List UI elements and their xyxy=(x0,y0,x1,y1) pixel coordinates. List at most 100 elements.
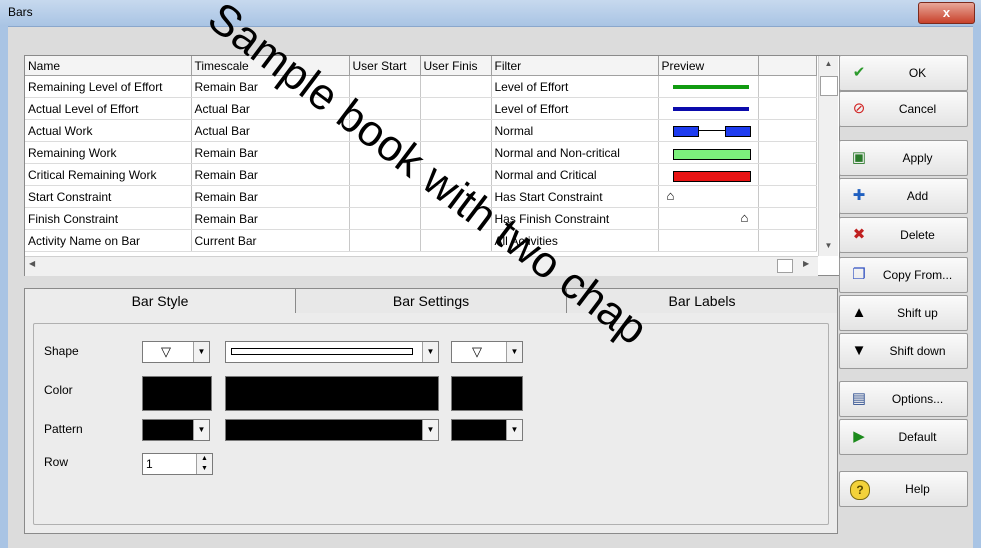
start-color-swatch[interactable] xyxy=(142,376,212,411)
column-header-user-finish[interactable]: User Finis xyxy=(420,56,492,76)
horizontal-scroll-thumb[interactable] xyxy=(777,259,793,273)
cell-timescale[interactable]: Current Bar xyxy=(191,229,350,252)
scroll-up-arrow-icon[interactable]: ▲ xyxy=(819,59,838,68)
start-pattern-select[interactable]: ▼ xyxy=(142,419,210,441)
cell-user-start[interactable] xyxy=(349,229,421,252)
table-row[interactable]: Critical Remaining Work Remain Bar Normal … xyxy=(25,163,817,186)
column-header-name[interactable]: Name xyxy=(25,56,192,76)
cell-preview[interactable] xyxy=(658,141,759,164)
add-button[interactable]: ✚ Add xyxy=(839,178,968,214)
end-pattern-select[interactable]: ▼ xyxy=(451,419,523,441)
column-header-filter[interactable]: Filter xyxy=(491,56,659,76)
cell-timescale[interactable]: Remain Bar xyxy=(191,141,350,164)
cell-name[interactable]: Remaining Level of Effort xyxy=(25,75,192,98)
chevron-down-icon[interactable]: ▼ xyxy=(193,342,209,362)
cancel-button[interactable]: ⊘ Cancel xyxy=(839,91,968,127)
close-button[interactable]: x xyxy=(918,2,975,24)
cell-user-finish[interactable] xyxy=(420,207,492,230)
row-value[interactable]: 1 xyxy=(146,457,153,471)
cell-name[interactable]: Actual Level of Effort xyxy=(25,97,192,120)
cell-filter[interactable]: All Activities xyxy=(491,229,659,252)
tab-bar-style[interactable]: Bar Style xyxy=(24,288,296,313)
cell-user-finish[interactable] xyxy=(420,229,492,252)
cell-timescale[interactable]: Actual Bar xyxy=(191,97,350,120)
cell-user-finish[interactable] xyxy=(420,75,492,98)
cell-preview[interactable]: ⌂ xyxy=(658,207,759,230)
cell-preview[interactable] xyxy=(658,119,759,142)
default-button[interactable]: ▶ Default xyxy=(839,419,968,455)
cell-user-start[interactable] xyxy=(349,141,421,164)
start-shape-select[interactable]: ▽ ▼ xyxy=(142,341,210,363)
cell-filter[interactable]: Normal and Non-critical xyxy=(491,141,659,164)
tab-bar-settings[interactable]: Bar Settings xyxy=(295,288,567,314)
cell-user-finish[interactable] xyxy=(420,141,492,164)
shift-up-button[interactable]: ▲ Shift up xyxy=(839,295,968,331)
table-row[interactable]: Remaining Level of Effort Remain Bar Level… xyxy=(25,75,817,98)
cell-user-finish[interactable] xyxy=(420,163,492,186)
cell-timescale[interactable]: Actual Bar xyxy=(191,119,350,142)
cell-timescale[interactable]: Remain Bar xyxy=(191,185,350,208)
delete-button[interactable]: ✖ Delete xyxy=(839,217,968,253)
cell-user-start[interactable] xyxy=(349,97,421,120)
shift-down-button[interactable]: ▼ Shift down xyxy=(839,333,968,369)
table-row[interactable]: Activity Name on Bar Current Bar All Activ… xyxy=(25,229,817,252)
column-header-user-start[interactable]: User Start xyxy=(349,56,421,76)
cell-user-finish[interactable] xyxy=(420,119,492,142)
end-shape-select[interactable]: ▽ ▼ xyxy=(451,341,523,363)
cell-user-start[interactable] xyxy=(349,185,421,208)
cell-timescale[interactable]: Remain Bar xyxy=(191,75,350,98)
cell-user-finish[interactable] xyxy=(420,185,492,208)
ok-button[interactable]: ✔ OK xyxy=(839,55,968,91)
chevron-down-icon[interactable]: ▼ xyxy=(506,420,522,440)
scroll-right-arrow-icon[interactable]: ▶ xyxy=(803,259,809,268)
chevron-down-icon[interactable]: ▼ xyxy=(193,420,209,440)
scroll-left-arrow-icon[interactable]: ◀ xyxy=(29,259,35,268)
table-row[interactable]: Start Constraint Remain Bar Has Start Cons… xyxy=(25,185,817,208)
cell-name[interactable]: Start Constraint xyxy=(25,185,192,208)
cell-preview[interactable] xyxy=(658,229,759,252)
cell-name[interactable]: Finish Constraint xyxy=(25,207,192,230)
end-color-swatch[interactable] xyxy=(451,376,523,411)
cell-filter[interactable]: Normal xyxy=(491,119,659,142)
spin-down-icon[interactable]: ▼ xyxy=(196,464,212,474)
cell-name[interactable]: Remaining Work xyxy=(25,141,192,164)
horizontal-scrollbar[interactable]: ◀ ▶ xyxy=(25,256,818,276)
cell-timescale[interactable]: Remain Bar xyxy=(191,207,350,230)
cell-user-start[interactable] xyxy=(349,207,421,230)
cell-name[interactable]: Activity Name on Bar xyxy=(25,229,192,252)
chevron-down-icon[interactable]: ▼ xyxy=(422,342,438,362)
vertical-scroll-thumb[interactable] xyxy=(820,76,838,96)
cell-filter[interactable]: Normal and Critical xyxy=(491,163,659,186)
tab-bar-labels[interactable]: Bar Labels xyxy=(566,288,838,314)
table-row[interactable]: Finish Constraint Remain Bar Has Finish Co… xyxy=(25,207,817,230)
cell-filter[interactable]: Has Start Constraint xyxy=(491,185,659,208)
cell-name[interactable]: Critical Remaining Work xyxy=(25,163,192,186)
help-button[interactable]: ? Help xyxy=(839,471,968,507)
cell-preview[interactable]: ⌂ xyxy=(658,185,759,208)
row-spinner[interactable]: 1 ▲ ▼ xyxy=(142,453,213,475)
column-header-preview[interactable]: Preview xyxy=(658,56,759,76)
cell-name[interactable]: Actual Work xyxy=(25,119,192,142)
cell-filter[interactable]: Level of Effort xyxy=(491,75,659,98)
cell-preview[interactable] xyxy=(658,75,759,98)
chevron-down-icon[interactable]: ▼ xyxy=(422,420,438,440)
cell-preview[interactable] xyxy=(658,163,759,186)
cell-user-finish[interactable] xyxy=(420,97,492,120)
bar-pattern-select[interactable]: ▼ xyxy=(225,419,439,441)
cell-preview[interactable] xyxy=(658,97,759,120)
title-bar[interactable]: Bars x xyxy=(0,0,981,27)
chevron-down-icon[interactable]: ▼ xyxy=(506,342,522,362)
table-row[interactable]: Remaining Work Remain Bar Normal and Non-c… xyxy=(25,141,817,164)
cell-user-start[interactable] xyxy=(349,119,421,142)
vertical-scrollbar[interactable]: ▲ ▼ xyxy=(818,56,838,256)
cell-user-start[interactable] xyxy=(349,163,421,186)
cell-filter[interactable]: Level of Effort xyxy=(491,97,659,120)
cell-timescale[interactable]: Remain Bar xyxy=(191,163,350,186)
scroll-down-arrow-icon[interactable]: ▼ xyxy=(819,241,838,250)
bar-shape-select[interactable]: ▼ xyxy=(225,341,439,363)
apply-button[interactable]: ▣ Apply xyxy=(839,140,968,176)
cell-filter[interactable]: Has Finish Constraint xyxy=(491,207,659,230)
table-row[interactable]: Actual Level of Effort Actual Bar Level of… xyxy=(25,97,817,120)
options-button[interactable]: ▤ Options... xyxy=(839,381,968,417)
column-header-timescale[interactable]: Timescale xyxy=(191,56,350,76)
